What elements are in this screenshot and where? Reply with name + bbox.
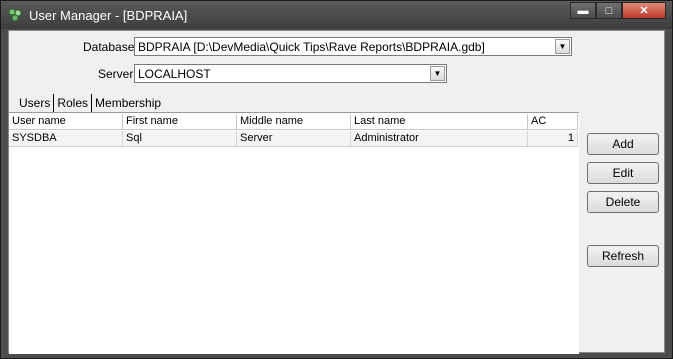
column-header[interactable]: Middle name <box>237 114 351 130</box>
table-cell: 1 <box>528 131 578 147</box>
maximize-icon: □ <box>605 4 613 17</box>
database-label: Database <box>83 40 135 54</box>
server-combo[interactable]: LOCALHOST ▼ <box>134 64 447 83</box>
minimize-icon: ▬ <box>577 4 589 17</box>
delete-button[interactable]: Delete <box>587 191 659 213</box>
database-combo[interactable]: BDPRAIA [D:\DevMedia\Quick Tips\Rave Rep… <box>134 37 572 56</box>
close-button[interactable]: ✕ <box>622 2 666 19</box>
table-cell: Sql <box>123 131 237 147</box>
minimize-button[interactable]: ▬ <box>570 2 596 19</box>
chevron-down-icon[interactable]: ▼ <box>430 66 445 81</box>
window-title: User Manager - [BDPRAIA] <box>29 8 188 23</box>
tab-roles[interactable]: Roles <box>54 94 93 112</box>
table-header: User name First name Middle name Last na… <box>9 114 578 130</box>
column-header[interactable]: First name <box>123 114 237 130</box>
server-label: Server <box>98 67 134 81</box>
client-area: Database BDPRAIA [D:\DevMedia\Quick Tips… <box>8 30 665 354</box>
table-cell: SYSDBA <box>9 131 123 147</box>
tab-strip: Users Roles Membership <box>16 94 164 112</box>
chevron-down-icon[interactable]: ▼ <box>555 39 570 54</box>
close-icon: ✕ <box>639 5 649 17</box>
maximize-button[interactable]: □ <box>596 2 622 19</box>
column-header[interactable]: AC <box>528 114 578 130</box>
tab-membership[interactable]: Membership <box>92 94 164 112</box>
refresh-button[interactable]: Refresh <box>587 245 659 267</box>
table-cell: Administrator <box>351 131 528 147</box>
column-header[interactable]: User name <box>9 114 123 130</box>
add-button[interactable]: Add <box>587 133 659 155</box>
user-manager-window: User Manager - [BDPRAIA] ▬ □ ✕ Database … <box>0 0 673 359</box>
database-value: BDPRAIA [D:\DevMedia\Quick Tips\Rave Rep… <box>138 40 485 54</box>
column-header[interactable]: Last name <box>351 114 528 130</box>
users-grid[interactable]: User name First name Middle name Last na… <box>9 112 579 354</box>
users-icon <box>8 8 22 22</box>
edit-button[interactable]: Edit <box>587 162 659 184</box>
tab-users[interactable]: Users <box>16 94 55 112</box>
title-bar[interactable]: User Manager - [BDPRAIA] ▬ □ ✕ <box>1 1 672 29</box>
table-cell: Server <box>237 131 351 147</box>
table-row[interactable]: SYSDBA Sql Server Administrator 1 <box>9 131 578 147</box>
server-value: LOCALHOST <box>138 67 211 81</box>
